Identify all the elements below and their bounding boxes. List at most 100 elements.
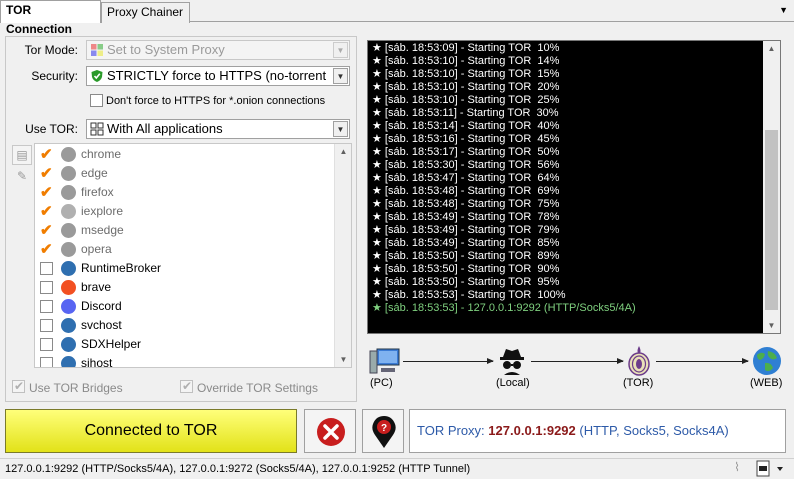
app-name: edge [81, 166, 108, 180]
app-list[interactable]: ✔ chrome ✔ edge ✔ firefox ✔ iexplore ✔ msedge ✔ ope… [34, 143, 352, 368]
log-line: ★ [sáb. 18:53:17] - Starting TOR 50% [372, 146, 560, 158]
list-item[interactable]: Discord [35, 297, 335, 316]
log-scrollbar[interactable]: ▲ ▼ [763, 41, 780, 333]
list-item[interactable]: ✔ opera [35, 240, 335, 259]
app-name: SDXHelper [81, 337, 142, 351]
app-icon [61, 280, 76, 295]
security-label: Security: [31, 69, 78, 83]
app-checkbox[interactable] [40, 281, 53, 294]
app-checkbox[interactable] [40, 338, 53, 351]
tor-mode-value: Set to System Proxy [107, 42, 225, 57]
list-item[interactable]: brave [35, 278, 335, 297]
app-icon [61, 204, 76, 219]
app-name: firefox [81, 185, 114, 199]
broom-icon[interactable]: ⌇ [727, 460, 747, 477]
log-line: ★ [sáb. 18:53:10] - Starting TOR 20% [372, 81, 560, 93]
app-name: brave [81, 280, 112, 294]
scroll-down-icon[interactable]: ▼ [335, 352, 351, 367]
link-local-tor [531, 358, 624, 364]
link-pc-local [403, 358, 494, 364]
log-line: ★ [sáb. 18:53:14] - Starting TOR 40% [372, 120, 560, 132]
app-list-scrollbar[interactable]: ▲ ▼ [334, 144, 351, 367]
list-item[interactable]: ✔ msedge [35, 221, 335, 240]
app-icon [61, 242, 76, 257]
log-line: ★ [sáb. 18:53:49] - Starting TOR 79% [372, 224, 560, 236]
log-line: ★ [sáb. 18:53:11] - Starting TOR 30% [372, 107, 559, 119]
location-button[interactable]: ? [362, 409, 404, 453]
list-item[interactable]: ✔ iexplore [35, 202, 335, 221]
log-line: ★ [sáb. 18:53:49] - Starting TOR 78% [372, 211, 560, 223]
scroll-up-icon[interactable]: ▲ [763, 41, 780, 56]
checkmark-icon[interactable]: ✔ [40, 185, 53, 200]
override-settings-label: Override TOR Settings [197, 381, 318, 395]
chevron-down-icon[interactable]: ▼ [333, 68, 348, 84]
apps-grid-icon [90, 122, 104, 136]
close-icon [317, 418, 345, 446]
app-icon [61, 147, 76, 162]
log-line: ★ [sáb. 18:53:53] - 127.0.0.1:9292 (HTTP… [372, 302, 636, 314]
log-scroll-thumb[interactable] [765, 130, 778, 310]
checkmark-icon[interactable]: ✔ [40, 204, 53, 219]
windows-icon [91, 44, 103, 56]
checkmark-icon[interactable]: ✔ [40, 242, 53, 257]
log-line: ★ [sáb. 18:53:10] - Starting TOR 25% [372, 94, 560, 106]
globe-icon [753, 347, 781, 375]
app-name: opera [81, 242, 112, 256]
diagram-label-pc: (PC) [370, 377, 393, 389]
list-item[interactable]: SDXHelper [35, 335, 335, 354]
scroll-up-icon[interactable]: ▲ [335, 144, 351, 159]
app-checkbox[interactable] [40, 300, 53, 313]
disconnect-button[interactable] [304, 409, 356, 453]
svg-text:?: ? [381, 423, 387, 434]
security-select[interactable]: STRICTLY force to HTTPS (no-torrent ▼ [86, 66, 350, 86]
list-item[interactable]: ✔ firefox [35, 183, 335, 202]
app-icon [61, 337, 76, 352]
app-checkbox[interactable] [40, 262, 53, 275]
app-checkbox[interactable] [40, 319, 53, 332]
app-name: RuntimeBroker [81, 261, 162, 275]
app-icon [61, 185, 76, 200]
log-line: ★ [sáb. 18:53:10] - Starting TOR 15% [372, 68, 560, 80]
log-line: ★ [sáb. 18:53:47] - Starting TOR 64% [372, 172, 560, 184]
tab-tor-connection[interactable]: TOR Connection [0, 0, 101, 36]
log-line: ★ [sáb. 18:53:10] - Starting TOR 14% [372, 55, 560, 67]
tor-mode-select[interactable]: Set to System Proxy ▼ [86, 40, 350, 60]
checkmark-icon[interactable]: ✔ [40, 223, 53, 238]
checkmark-icon[interactable]: ✔ [40, 166, 53, 181]
use-bridges-label: Use TOR Bridges [29, 381, 123, 395]
app-name: svchost [81, 318, 122, 332]
checkmark-icon[interactable]: ✔ [40, 147, 53, 162]
app-icon [61, 356, 76, 367]
proxy-protocols: (HTTP, Socks5, Socks4A) [579, 423, 729, 438]
log-line: ★ [sáb. 18:53:30] - Starting TOR 56% [372, 159, 560, 171]
tab-proxy-chainer[interactable]: Proxy Chainer [101, 2, 190, 23]
use-tor-select[interactable]: With All applications ▼ [86, 119, 350, 139]
override-settings-checkbox[interactable]: ✔ [180, 379, 193, 393]
chevron-down-icon[interactable]: ▼ [333, 42, 348, 58]
log-options-icon[interactable] [755, 460, 783, 477]
list-item[interactable]: svchost [35, 316, 335, 335]
list-item[interactable]: sihost [35, 354, 335, 368]
app-checkbox[interactable] [40, 357, 53, 367]
log-line: ★ [sáb. 18:53:09] - Starting TOR 10% [372, 42, 560, 54]
tab-menu-arrow-icon[interactable]: ▼ [779, 5, 788, 15]
diagram-label-web: (WEB) [750, 377, 783, 389]
app-icon [61, 299, 76, 314]
proxy-info-panel: TOR Proxy: 127.0.0.1:9292 (HTTP, Socks5,… [409, 409, 786, 453]
chevron-down-icon[interactable]: ▼ [333, 121, 348, 137]
list-item[interactable]: RuntimeBroker [35, 259, 335, 278]
log-line: ★ [sáb. 18:53:53] - Starting TOR 100% [372, 289, 566, 301]
list-item[interactable]: ✔ edge [35, 164, 335, 183]
list-item[interactable]: ✔ chrome [35, 145, 335, 164]
connect-button[interactable]: Connected to TOR [5, 409, 297, 453]
onion-https-checkbox[interactable] [90, 94, 103, 107]
use-bridges-checkbox[interactable]: ✔ [12, 379, 25, 393]
add-app-button[interactable]: ▤ [12, 145, 32, 165]
computer-icon [369, 348, 400, 374]
log-line: ★ [sáb. 18:53:48] - Starting TOR 69% [372, 185, 560, 197]
app-name: sihost [81, 356, 113, 368]
edit-pencil-icon[interactable]: ✎ [12, 167, 32, 187]
tor-log-console[interactable]: ★ [sáb. 18:53:09] - Starting TOR 10% ★ [s… [367, 40, 781, 334]
scroll-down-icon[interactable]: ▼ [763, 318, 780, 333]
log-line: ★ [sáb. 18:53:50] - Starting TOR 95% [372, 276, 560, 288]
